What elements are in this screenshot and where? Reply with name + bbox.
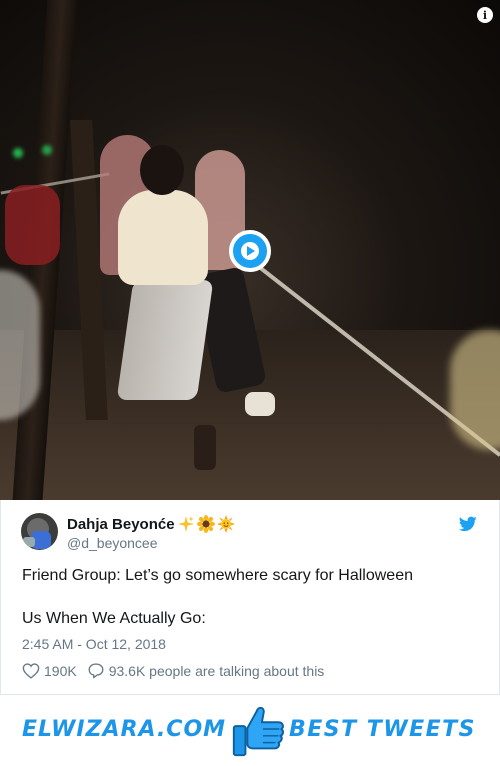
video-blur	[0, 270, 40, 420]
video-person	[118, 190, 208, 285]
thumbs-up-icon	[232, 706, 284, 757]
tweet-video[interactable]: i	[0, 0, 500, 500]
sunflower-icon	[196, 515, 215, 533]
video-glow	[13, 148, 23, 158]
heart-icon	[22, 662, 40, 679]
video-glow	[42, 145, 52, 155]
video-person	[5, 185, 60, 265]
video-person	[140, 145, 184, 195]
like-count: 190K	[44, 662, 77, 679]
tweet-timestamp[interactable]: 2:45 AM - Oct 12, 2018	[22, 636, 166, 652]
author-name[interactable]: Dahja Beyonće	[67, 515, 235, 533]
video-person	[245, 392, 275, 416]
tweet-text-line: Us When We Actually Go:	[22, 610, 206, 627]
talking-count: 93.6K people are talking about this	[108, 662, 325, 679]
site-banner: ELWIZARA.COM BEST TWEETS	[0, 694, 500, 766]
banner-tagline: BEST TWEETS	[289, 717, 476, 742]
play-button[interactable]	[229, 230, 271, 272]
author-handle[interactable]: @d_beyoncee	[67, 535, 158, 551]
sun-with-face-icon	[216, 515, 235, 533]
author-name-text: Dahja Beyonće	[67, 515, 175, 533]
video-person	[194, 425, 216, 470]
twitter-bird-icon[interactable]	[459, 516, 477, 532]
video-person	[116, 280, 214, 400]
tweet-actions: 190K 93.6K people are talking about this	[22, 662, 334, 679]
conversation-link[interactable]: 93.6K people are talking about this	[87, 662, 325, 679]
play-icon	[241, 242, 259, 260]
info-icon[interactable]: i	[477, 7, 493, 23]
site-name[interactable]: ELWIZARA.COM	[22, 717, 226, 742]
like-button[interactable]: 190K	[22, 663, 77, 679]
sparkles-icon	[177, 516, 194, 532]
tweet-card[interactable]: Dahja Beyonće @d_beyoncee Friend Group: …	[0, 500, 500, 694]
video-blur	[450, 330, 500, 450]
tweet-text-line: Friend Group: Let’s go somewhere scary f…	[22, 567, 413, 584]
avatar[interactable]	[21, 513, 58, 550]
speech-bubble-icon	[88, 663, 104, 679]
